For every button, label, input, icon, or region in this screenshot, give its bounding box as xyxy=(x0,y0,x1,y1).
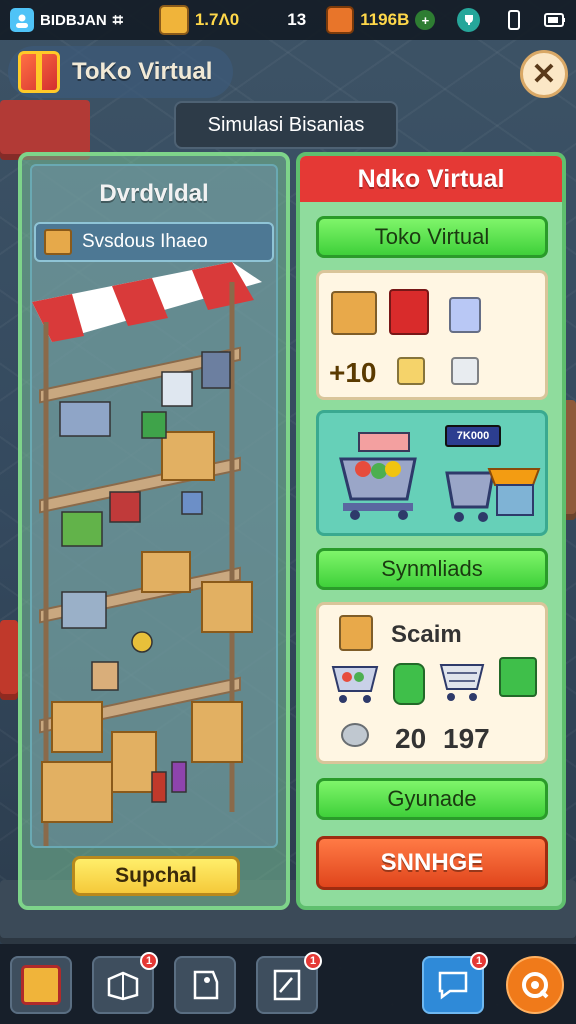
box-map-icon xyxy=(107,971,139,1001)
inventory-card[interactable]: +10 xyxy=(316,270,548,400)
left-panel-button[interactable]: Supchal xyxy=(72,856,240,896)
item-selector[interactable]: Svsdous Ihaeo xyxy=(34,222,274,262)
player-info[interactable]: BIDBJAN ⌗ xyxy=(10,8,123,32)
page-title: ToKo Virtual xyxy=(72,58,213,85)
bottom-navigation: 1 1 1 xyxy=(0,944,576,1024)
notification-badge: 1 xyxy=(140,952,158,970)
simulation-label: Simulasi Bisanias xyxy=(174,101,398,149)
box-icon xyxy=(44,229,72,255)
toko-virtual-button[interactable]: Toko Virtual xyxy=(316,216,548,258)
store-sign: 7K000 xyxy=(445,425,501,447)
status-bar: BIDBJAN ⌗ 1.7Λ0 13 1196B + xyxy=(0,0,576,40)
currency-2[interactable]: 1196B + xyxy=(326,6,436,34)
add-currency-icon[interactable]: + xyxy=(415,10,436,30)
gift-crate-icon xyxy=(21,965,61,1005)
battery-icon xyxy=(543,8,566,32)
shopping-cart-icon xyxy=(333,429,419,520)
currency-2-value: 1196B xyxy=(360,10,410,29)
note-icon xyxy=(273,969,301,1001)
inventory-count: +10 xyxy=(329,357,377,388)
phone-icon[interactable] xyxy=(502,8,525,32)
background-building xyxy=(0,620,18,700)
cardboard-box-icon xyxy=(331,291,377,335)
red-crate-icon xyxy=(389,289,429,335)
nav-chat[interactable]: 1 xyxy=(422,952,488,1014)
stats-card[interactable]: Scaim 20 197 xyxy=(316,602,548,764)
nav-tag[interactable] xyxy=(174,956,236,1014)
tape-icon xyxy=(341,723,369,747)
yellow-cube-icon xyxy=(397,357,425,385)
nav-gift-crate[interactable] xyxy=(10,956,72,1014)
settings-icon xyxy=(522,972,549,999)
player-name: BIDBJAN xyxy=(40,11,107,29)
gyunade-button[interactable]: Gyunade xyxy=(316,778,548,820)
store-cart-icon xyxy=(443,449,541,529)
profile-icon xyxy=(10,8,34,32)
gift-icon xyxy=(18,51,60,93)
stats-label: Scaim xyxy=(391,621,462,648)
nav-note[interactable]: 1 xyxy=(256,952,322,1014)
store-preview: Dvrdvldal Svsdous Ihaeo xyxy=(30,164,278,848)
store-shelf-illustration xyxy=(32,262,276,846)
white-cube-icon xyxy=(451,357,479,385)
green-box-icon xyxy=(499,657,537,697)
store-sign-label: 7K000 xyxy=(456,430,490,442)
left-panel: Dvrdvldal Svsdous Ihaeo Supchal xyxy=(18,152,290,910)
nav-box-map[interactable]: 1 xyxy=(92,952,158,1014)
stats-value-1: 20 xyxy=(395,723,427,754)
empty-cart-icon xyxy=(437,659,487,703)
background-building xyxy=(0,100,90,160)
crate-coin-icon xyxy=(158,5,189,35)
tag-icon xyxy=(193,970,219,1000)
level-indicator: 13 xyxy=(287,10,306,30)
grocery-cart-icon xyxy=(329,661,381,705)
notification-badge: 1 xyxy=(304,952,322,970)
chat-icon xyxy=(438,971,468,1000)
level-value: 13 xyxy=(287,10,307,29)
action-button[interactable]: SNNHGE xyxy=(316,836,548,890)
trophy-icon[interactable] xyxy=(457,8,481,32)
currency-1-value: 1.7Λ0 xyxy=(194,10,240,29)
item-selector-label: Svsdous Ihaeo xyxy=(82,231,208,252)
notification-badge: 1 xyxy=(470,952,488,970)
carts-card[interactable]: 7K000 xyxy=(316,410,548,536)
package-icon xyxy=(339,615,373,651)
close-button[interactable]: ✕ xyxy=(520,50,568,98)
synmliads-button[interactable]: Synmliads xyxy=(316,548,548,590)
left-panel-title: Dvrdvldal xyxy=(99,180,209,207)
stats-value-2: 197 xyxy=(443,723,490,754)
right-panel-header: Ndko Virtual xyxy=(300,156,562,202)
grid-icon[interactable]: ⌗ xyxy=(113,10,123,31)
treasure-icon xyxy=(326,6,355,34)
nav-settings[interactable] xyxy=(506,956,564,1014)
awning-icon xyxy=(32,262,262,342)
screen-title-bar: ToKo Virtual xyxy=(8,46,233,98)
right-panel: Ndko Virtual Toko Virtual +10 7K000 Synm… xyxy=(296,152,566,910)
currency-1[interactable]: 1.7Λ0 xyxy=(158,5,240,35)
blue-cube-icon xyxy=(449,297,481,333)
green-bag-icon xyxy=(393,663,425,705)
